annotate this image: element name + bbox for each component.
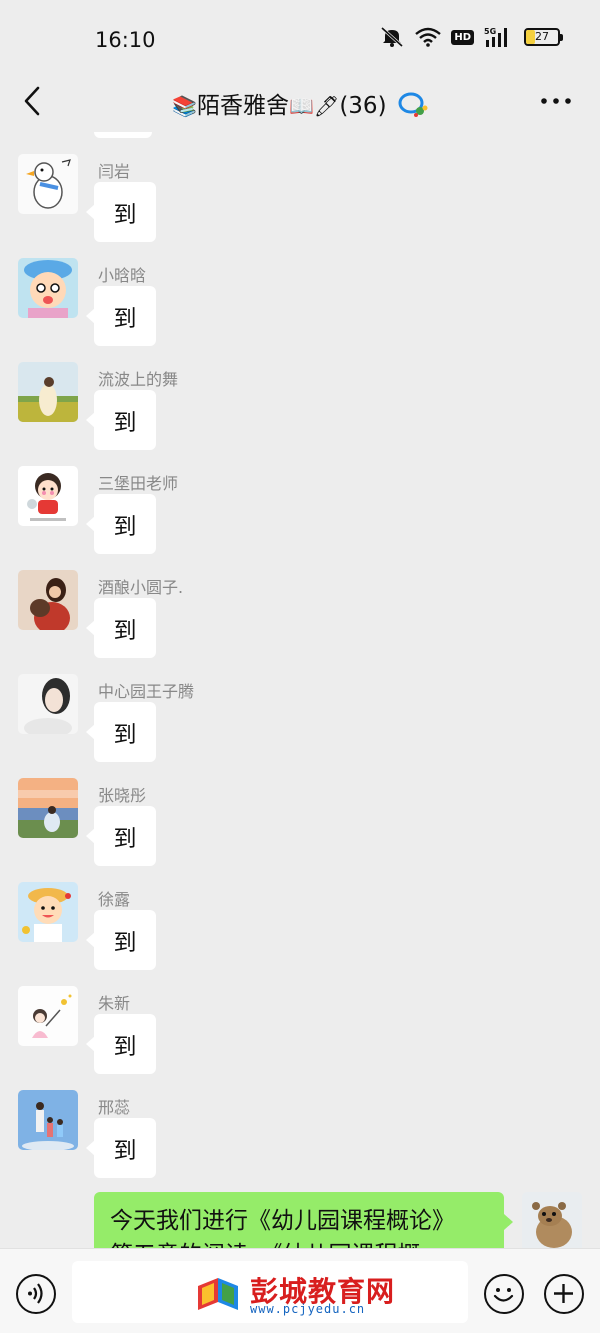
message-bubble[interactable]: 到 — [86, 494, 156, 554]
message-bubble[interactable]: 到 — [86, 598, 156, 658]
message-item: 邢蕊 到 — [0, 1090, 600, 1194]
sender-name: 流波上的舞 — [98, 370, 179, 389]
family-avatar[interactable] — [18, 1090, 78, 1150]
status-icons: HD 5G 27 — [379, 26, 563, 48]
my-message-bubble[interactable]: 今天我们进行《幼儿园课程概论》 第五章的阅读。《幼儿园课程概 — [94, 1192, 504, 1248]
status-time: 16:10 — [95, 28, 156, 52]
previous-bubble-edge — [94, 132, 152, 138]
cartoon-kid-avatar[interactable] — [18, 258, 78, 318]
chat-header: 📚陌香雅舍📖🖊(36) — [0, 70, 600, 132]
cartoon-boy-avatar[interactable] — [18, 882, 78, 942]
message-item: 三堡田老师 到 — [0, 466, 600, 570]
sender-name: 酒酿小圆子. — [98, 578, 184, 597]
message-bubble[interactable]: 到 — [86, 806, 156, 866]
watermark: 彭城教育网 www.pcjyedu.cn — [194, 1270, 468, 1316]
message-bubble[interactable]: 到 — [86, 910, 156, 970]
message-item: 酒酿小圆子. 到 — [0, 570, 600, 674]
book-pen-icon: 📖🖊 — [289, 94, 340, 118]
sender-name: 闫岩 — [98, 162, 131, 181]
sender-name: 中心园王子腾 — [98, 682, 195, 701]
field-girl-avatar[interactable] — [18, 362, 78, 422]
emoji-icon[interactable] — [484, 1274, 524, 1314]
sketch-girl-avatar[interactable] — [18, 986, 78, 1046]
cartoon-girl-avatar[interactable] — [18, 466, 78, 526]
battery-level — [526, 30, 535, 44]
message-bubble[interactable]: 到 — [86, 390, 156, 450]
message-item: 中心园王子腾 到 — [0, 674, 600, 778]
message-list[interactable]: 闫岩 到 小晗晗 到 流波上的舞 到 三堡田老师 到 酒酿小圆子. 到 中心园王… — [0, 132, 600, 1248]
sender-name: 三堡田老师 — [98, 474, 179, 493]
message-item: 徐露 到 — [0, 882, 600, 986]
voice-icon[interactable] — [16, 1274, 56, 1314]
bubble-tail — [504, 1214, 513, 1230]
message-item: 小晗晗 到 — [0, 258, 600, 362]
more-dots-icon[interactable] — [538, 92, 574, 110]
portrait-avatar[interactable] — [18, 570, 78, 630]
battery-text: 27 — [535, 30, 549, 43]
group-name: 陌香雅舍 — [197, 93, 290, 119]
watermark-url: www.pcjyedu.cn — [250, 1302, 366, 1316]
sender-name: 朱新 — [98, 994, 131, 1013]
message-bubble[interactable]: 到 — [86, 702, 156, 762]
message-bubble[interactable]: 到 — [86, 1118, 156, 1178]
message-input[interactable]: 彭城教育网 www.pcjyedu.cn — [72, 1261, 468, 1323]
svg-text:5G: 5G — [484, 27, 496, 36]
my-message-line-2: 第五章的阅读。《幼儿园课程概 — [110, 1238, 490, 1248]
member-count: (36) — [339, 93, 387, 119]
input-bar: 彭城教育网 www.pcjyedu.cn — [0, 1248, 600, 1333]
beach-avatar[interactable] — [18, 778, 78, 838]
message-bubble[interactable]: 到 — [86, 182, 156, 242]
sender-name: 小晗晗 — [98, 266, 147, 285]
plus-icon[interactable] — [544, 1274, 584, 1314]
meerkat-avatar[interactable] — [522, 1192, 582, 1248]
message-item: 流波上的舞 到 — [0, 362, 600, 466]
status-bar: 16:10 HD 5G 27 — [0, 0, 600, 80]
message-bubble[interactable]: 到 — [86, 1014, 156, 1074]
message-item: 闫岩 到 — [0, 154, 600, 258]
wifi-icon — [415, 27, 442, 47]
chat-screen: 16:10 HD 5G 27 📚陌香雅舍📖🖊(36) 闫岩 到 小晗晗 到 流波… — [0, 0, 600, 1333]
message-item: 朱新 到 — [0, 986, 600, 1090]
chat-title[interactable]: 📚陌香雅舍📖🖊(36) — [0, 86, 600, 123]
selfie-avatar[interactable] — [18, 674, 78, 734]
signal-icon: 5G — [484, 26, 514, 48]
my-message-line-1: 今天我们进行《幼儿园课程概论》 — [110, 1208, 455, 1234]
hd-icon: HD — [451, 29, 474, 45]
message-item: 张晓彤 到 — [0, 778, 600, 882]
watermark-logo-icon — [194, 1272, 242, 1318]
message-bubble[interactable]: 到 — [86, 286, 156, 346]
mute-icon — [379, 26, 405, 48]
sender-name: 徐露 — [98, 890, 131, 909]
group-chat-icon — [398, 91, 428, 123]
sender-name: 邢蕊 — [98, 1098, 131, 1117]
my-message-item: 今天我们进行《幼儿园课程概论》 第五章的阅读。《幼儿园课程概 — [0, 1192, 600, 1248]
sender-name: 张晓彤 — [98, 786, 147, 805]
battery-icon: 27 — [524, 28, 563, 46]
books-icon: 📚 — [172, 94, 198, 118]
goose-avatar[interactable] — [18, 154, 78, 214]
